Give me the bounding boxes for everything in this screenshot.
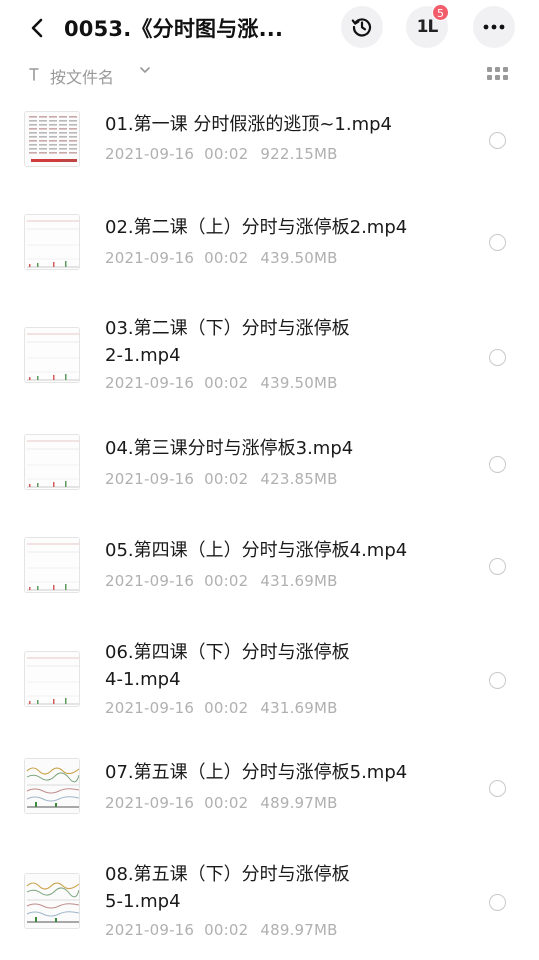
top-bar: 0053.《分时图与涨... 1L 5: [0, 0, 539, 56]
video-thumbnail: [24, 111, 80, 167]
video-thumbnail: [24, 873, 80, 929]
file-name-line1: 02.第二课（上）分时与涨停板2.mp4: [105, 217, 408, 238]
video-thumbnail: [24, 537, 80, 593]
file-name-line1: 04.第三课分时与涨停板3.mp4: [105, 438, 354, 459]
file-name: 06.第四课（下）分时与涨停板 4-1.mp4: [105, 641, 350, 692]
file-name: 01.第一课 分时假涨的逃顶~1.mp4: [105, 113, 392, 137]
file-name: 02.第二课（上）分时与涨停板2.mp4: [105, 216, 407, 240]
history-button[interactable]: [341, 6, 383, 48]
file-name: 03.第二课（下）分时与涨停板 2-1.mp4: [105, 317, 350, 368]
file-meta: 2021-09-16 00:02 922.15MB: [105, 145, 338, 163]
file-name-line1: 05.第四课（上）分时与涨停板4.mp4: [105, 540, 408, 561]
file-meta: 2021-09-16 00:02 423.85MB: [105, 470, 338, 488]
file-name-line1: 08.第五课（下）分时与涨停板: [105, 864, 350, 885]
sort-by-name-label[interactable]: 按文件名: [50, 64, 114, 88]
file-size: 431.69MB: [260, 699, 338, 717]
video-thumbnail: [24, 758, 80, 814]
transfer-icon: 1L: [416, 17, 439, 37]
file-date: 2021-09-16 00:02: [105, 374, 249, 392]
file-name-line1: 01.第一课 分时假涨的逃顶~1.mp4: [105, 114, 393, 135]
file-date: 2021-09-16 00:02: [105, 699, 249, 717]
select-radio[interactable]: [489, 894, 506, 911]
file-name-line2: 5-1.mp4: [105, 891, 181, 912]
file-size: 922.15MB: [260, 145, 338, 163]
file-meta: 2021-09-16 00:02 489.97MB: [105, 794, 338, 812]
file-meta: 2021-09-16 00:02 439.50MB: [105, 374, 338, 392]
select-radio[interactable]: [489, 558, 506, 575]
file-meta: 2021-09-16 00:02 431.69MB: [105, 572, 338, 590]
back-arrow-icon[interactable]: [24, 14, 52, 42]
grid-view-icon[interactable]: [487, 67, 509, 81]
file-meta: 2021-09-16 00:02 489.97MB: [105, 921, 338, 939]
file-size: 439.50MB: [260, 249, 338, 267]
file-name: 08.第五课（下）分时与涨停板 5-1.mp4: [105, 863, 350, 914]
chevron-down-icon[interactable]: [139, 65, 151, 75]
select-radio[interactable]: [489, 349, 506, 366]
select-radio[interactable]: [489, 672, 506, 689]
video-thumbnail: [24, 214, 80, 270]
select-radio[interactable]: [489, 456, 506, 473]
file-date: 2021-09-16 00:02: [105, 794, 249, 812]
file-date: 2021-09-16 00:02: [105, 470, 249, 488]
select-radio[interactable]: [489, 132, 506, 149]
file-name-line2: 2-1.mp4: [105, 345, 181, 366]
file-meta: 2021-09-16 00:02 431.69MB: [105, 699, 338, 717]
video-thumbnail: [24, 651, 80, 707]
more-options-button[interactable]: [473, 6, 515, 48]
file-size: 423.85MB: [260, 470, 338, 488]
file-size: 489.97MB: [260, 921, 338, 939]
file-size: 431.69MB: [260, 572, 338, 590]
file-meta: 2021-09-16 00:02 439.50MB: [105, 249, 338, 267]
file-name-line1: 07.第五课（上）分时与涨停板5.mp4: [105, 762, 408, 783]
more-dots-icon: [483, 24, 505, 30]
video-thumbnail: [24, 327, 80, 383]
file-size: 439.50MB: [260, 374, 338, 392]
file-name: 05.第四课（上）分时与涨停板4.mp4: [105, 539, 407, 563]
sort-bar: 按文件名: [0, 60, 539, 88]
file-name: 04.第三课分时与涨停板3.mp4: [105, 437, 353, 461]
video-thumbnail: [24, 434, 80, 490]
file-date: 2021-09-16 00:02: [105, 572, 249, 590]
file-size: 489.97MB: [260, 794, 338, 812]
file-name-line2: 4-1.mp4: [105, 669, 181, 690]
file-name-line1: 03.第二课（下）分时与涨停板: [105, 318, 350, 339]
file-date: 2021-09-16 00:02: [105, 921, 249, 939]
folder-title: 0053.《分时图与涨...: [64, 17, 284, 41]
file-name-line1: 06.第四课（下）分时与涨停板: [105, 642, 350, 663]
file-name: 07.第五课（上）分时与涨停板5.mp4: [105, 761, 407, 785]
transfer-count-badge: 5: [432, 4, 449, 21]
sort-arrow-icon: [29, 68, 39, 81]
file-date: 2021-09-16 00:02: [105, 145, 249, 163]
select-radio[interactable]: [489, 780, 506, 797]
select-radio[interactable]: [489, 234, 506, 251]
file-date: 2021-09-16 00:02: [105, 249, 249, 267]
history-icon: [351, 18, 372, 37]
transfer-list-button[interactable]: 1L 5: [406, 4, 449, 48]
